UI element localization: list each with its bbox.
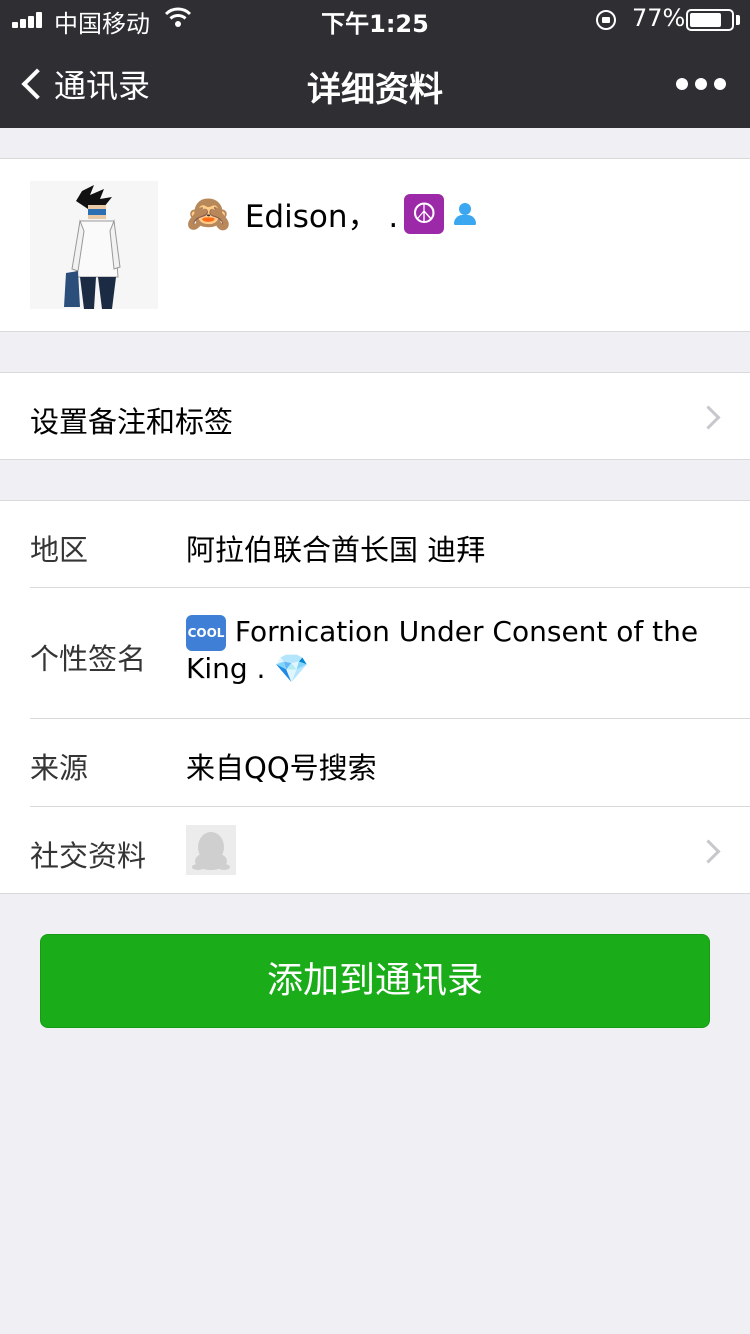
profile-card: 🙈 Edison， . ☮ <box>0 158 750 332</box>
signature-label: 个性签名 <box>30 642 147 676</box>
add-to-contacts-button[interactable]: 添加到通讯录 <box>40 934 710 1028</box>
battery-percent: 77% <box>632 4 686 32</box>
orientation-lock-icon <box>596 10 616 30</box>
avatar[interactable] <box>30 181 158 309</box>
qq-penguin-icon <box>186 825 236 875</box>
profile-name-row: 🙈 Edison， . ☮ <box>186 191 478 236</box>
top-bar: 中国移动 下午1:25 77% 通讯录 详细资料 <box>0 0 750 128</box>
signature-value: COOL Fornication Under Consent of the Ki… <box>186 614 706 687</box>
region-value: 阿拉伯联合酋长国 迪拜 <box>186 533 486 567</box>
battery-fill <box>690 13 721 27</box>
gem-icon: 💎 <box>274 652 310 685</box>
profile-name: Edison， . <box>244 199 399 235</box>
source-row: 来源 来自QQ号搜索 <box>0 719 750 805</box>
battery-tip <box>736 15 740 25</box>
social-profile-row[interactable]: 社交资料 <box>0 807 750 893</box>
navigation-bar: 通讯录 详细资料 <box>0 40 750 128</box>
info-card: 地区 阿拉伯联合酋长国 迪拜 个性签名 COOL Fornication Und… <box>0 500 750 894</box>
region-row: 地区 阿拉伯联合酋长国 迪拜 <box>0 501 750 587</box>
social-label: 社交资料 <box>30 839 147 873</box>
signature-text: Fornication Under Consent of the King . <box>186 615 699 685</box>
see-no-evil-monkey-icon: 🙈 <box>186 193 231 235</box>
avatar-image <box>64 185 121 309</box>
remark-label: 设置备注和标签 <box>30 405 234 439</box>
battery-icon <box>686 9 734 31</box>
source-value: 来自QQ号搜索 <box>186 751 377 785</box>
more-dots-icon[interactable] <box>676 76 726 92</box>
signature-row: 个性签名 COOL Fornication Under Consent of t… <box>0 588 750 718</box>
male-icon <box>452 201 478 227</box>
page-title: 详细资料 <box>307 70 443 110</box>
remark-and-tags-row[interactable]: 设置备注和标签 <box>0 372 750 460</box>
cool-icon: COOL <box>186 615 226 651</box>
chevron-right-icon <box>696 839 721 864</box>
source-label: 来源 <box>30 751 89 785</box>
chevron-right-icon <box>696 405 721 430</box>
peace-symbol-icon: ☮ <box>404 193 445 234</box>
region-label: 地区 <box>30 533 89 567</box>
status-bar: 中国移动 下午1:25 77% <box>0 0 750 40</box>
